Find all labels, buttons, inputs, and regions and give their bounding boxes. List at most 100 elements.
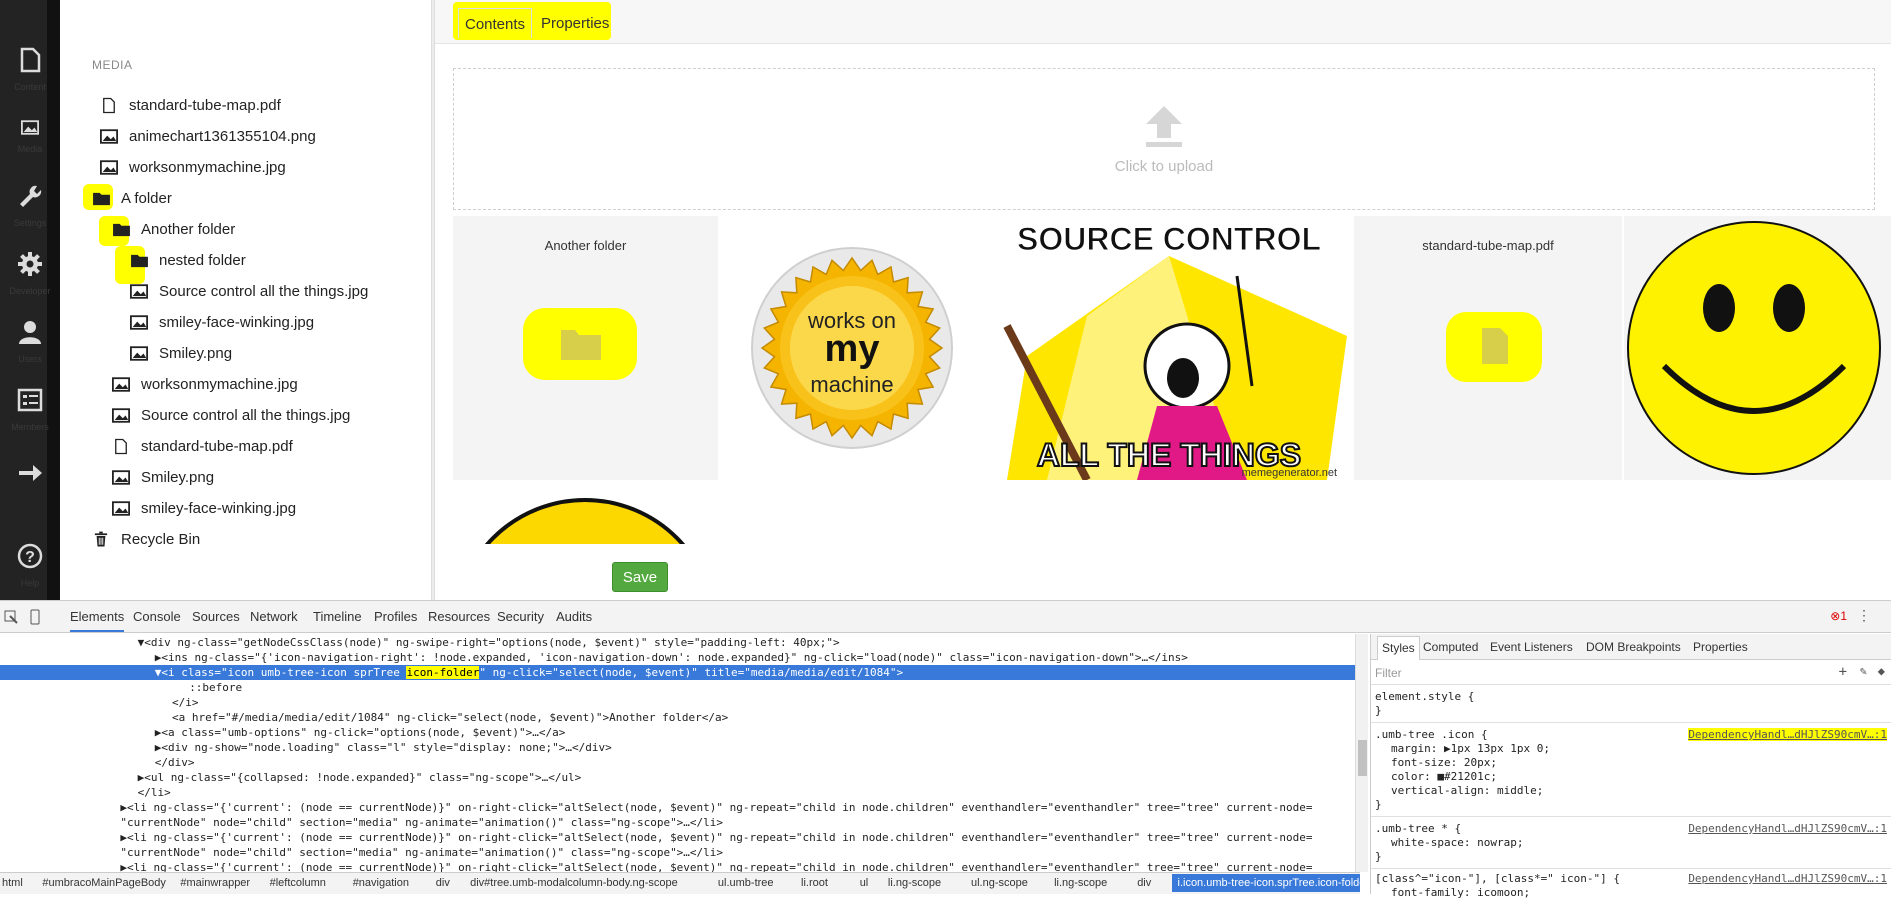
save-button[interactable]: Save	[612, 562, 668, 592]
inspect-icon[interactable]	[4, 610, 18, 624]
dom-node[interactable]: ::before	[0, 680, 242, 695]
devtools-tab-timeline[interactable]: Timeline	[313, 609, 362, 624]
breadcrumb-item[interactable]: li.ng-scope	[1054, 877, 1107, 889]
nav-section-developer[interactable]: Developer	[0, 240, 60, 306]
dom-node[interactable]: </i>	[0, 695, 199, 710]
media-tile-folder[interactable]: Another folder	[453, 216, 718, 480]
tree-item[interactable]: worksonmymachine.jpg	[111, 372, 298, 396]
tree-item-recycle-bin[interactable]: Recycle Bin	[91, 527, 200, 551]
tree-item[interactable]: smiley-face-winking.jpg	[111, 496, 296, 520]
dom-node[interactable]: ▶<li ng-class="{'current': (node == curr…	[0, 800, 1312, 815]
breadcrumb-item[interactable]: #umbracoMainPageBody	[42, 877, 166, 889]
rule3-source-link[interactable]: DependencyHandl…dHJlZS90cmV…:1	[1688, 872, 1887, 885]
media-tile-file[interactable]: standard-tube-map.pdf	[1354, 216, 1622, 480]
breadcrumb-item[interactable]: div	[436, 877, 450, 889]
dom-node-selected[interactable]: ▼<i class="icon umb-tree-icon sprTree ic…	[0, 665, 1355, 680]
rule3-selector[interactable]: [class^="icon-"], [class*=" icon-"] {	[1375, 872, 1620, 886]
add-rule-icon[interactable]: +	[1839, 664, 1847, 680]
breadcrumb-item[interactable]: li.root	[801, 877, 828, 889]
breadcrumb-item[interactable]: #leftcolumn	[270, 877, 326, 889]
upload-dropzone[interactable]: Click to upload	[453, 68, 1875, 210]
css-property[interactable]: color: ■#21201c;	[1391, 770, 1497, 784]
nav-section-content[interactable]: Content	[0, 36, 60, 102]
css-property[interactable]: margin: ▶1px 13px 1px 0;	[1391, 742, 1550, 756]
nav-section-users[interactable]: Users	[0, 308, 60, 374]
tree-item[interactable]: Smiley.png	[129, 341, 232, 365]
devtools-tab-network[interactable]: Network	[250, 609, 298, 624]
breadcrumb-item[interactable]: ul.ng-scope	[971, 877, 1028, 889]
devtools-tab-sources[interactable]: Sources	[192, 609, 240, 624]
devtools-tab-console[interactable]: Console	[133, 609, 181, 624]
tree-item-folder[interactable]: nested folder	[129, 248, 246, 272]
devtools-tab-security[interactable]: Security	[497, 609, 544, 624]
rule1-source-link[interactable]: DependencyHandl…dHJlZS90cmV…:1	[1688, 728, 1887, 741]
breadcrumb-item[interactable]: ul.umb-tree	[718, 877, 774, 889]
styles-tab-properties[interactable]: Properties	[1693, 640, 1748, 654]
css-property[interactable]: vertical-align: middle;	[1391, 784, 1543, 798]
dom-tree[interactable]: ▼<div ng-class="getNodeCssClass(node)" n…	[0, 634, 1355, 872]
styles-filter-input[interactable]: Filter	[1375, 666, 1402, 680]
nav-section-members[interactable]: Members	[0, 376, 60, 442]
element-style-rule[interactable]: element.style {	[1375, 690, 1474, 704]
media-tile-smiley[interactable]	[1624, 216, 1891, 480]
breadcrumb-item[interactable]: div#tree.umb-modalcolumn-body.ng-scope	[470, 877, 678, 889]
dom-node[interactable]: </li>	[0, 785, 171, 800]
error-count-badge[interactable]: ⊗1	[1830, 609, 1847, 623]
dom-node[interactable]: "currentNode" node="child" section="medi…	[0, 845, 723, 860]
styles-tab-dom-breakpoints[interactable]: DOM Breakpoints	[1586, 640, 1681, 654]
tree-item[interactable]: smiley-face-winking.jpg	[129, 310, 314, 334]
rule1-selector[interactable]: .umb-tree .icon {	[1375, 728, 1488, 742]
media-tile-smiley-winking-partial[interactable]	[453, 490, 718, 544]
styles-tab-styles[interactable]: Styles	[1377, 636, 1420, 660]
devtools-tab-audits[interactable]: Audits	[556, 609, 592, 624]
tree-item[interactable]: Smiley.png	[111, 465, 214, 489]
css-property[interactable]: font-family: icomoon;	[1391, 886, 1530, 900]
tab-contents[interactable]: Contents	[458, 8, 533, 38]
nav-section-settings[interactable]: Settings	[0, 172, 60, 238]
device-mode-icon[interactable]	[30, 609, 40, 625]
media-tile-works-on-my-machine[interactable]: works on my machine	[720, 216, 985, 480]
devtools-tab-elements[interactable]: Elements	[70, 609, 125, 632]
css-property[interactable]: white-space: nowrap;	[1391, 836, 1523, 850]
tree-item-folder[interactable]: Another folder	[111, 217, 235, 241]
dom-node[interactable]: ▶<li ng-class="{'current': (node == curr…	[0, 830, 1312, 845]
tree-item[interactable]: Source control all the things.jpg	[111, 403, 350, 427]
tree-item[interactable]: animechart1361355104.png	[99, 124, 316, 148]
devtools-tab-resources[interactable]: Resources	[428, 609, 490, 624]
dom-node[interactable]: <a href="#/media/media/edit/1084" ng-cli…	[0, 710, 728, 725]
nav-section-expand[interactable]	[0, 444, 60, 510]
breadcrumb-item[interactable]: div	[1137, 877, 1151, 889]
dom-node[interactable]: "currentNode" node="child" section="medi…	[0, 815, 723, 830]
dom-node[interactable]: ▶<a class="umb-options" ng-click="option…	[0, 725, 566, 740]
dom-node[interactable]: ▶<ins ng-class="{'icon-navigation-right'…	[0, 650, 1188, 665]
css-property[interactable]: font-size: 20px;	[1391, 756, 1497, 770]
breadcrumb-item[interactable]: #mainwrapper	[180, 877, 250, 889]
media-tile-source-control[interactable]: SOURCE CONTROL ALL THE THINGS memegenera…	[987, 216, 1352, 482]
dom-node[interactable]: ▶<div ng-show="node.loading" class="l" s…	[0, 740, 612, 755]
breadcrumb-item[interactable]: html	[2, 877, 23, 889]
tree-item-folder[interactable]: A folder	[91, 186, 172, 210]
breadcrumb-item[interactable]: i.icon.umb-tree-icon.sprTree.icon-folder	[1171, 874, 1360, 892]
pin-icon[interactable]: ✎	[1860, 664, 1867, 678]
rule2-selector[interactable]: .umb-tree * {	[1375, 822, 1461, 836]
more-menu-icon[interactable]: ⋮	[1857, 607, 1871, 624]
tree-item[interactable]: Source control all the things.jpg	[129, 279, 368, 303]
dom-node[interactable]: ▶<ul ng-class="{collapsed: !node.expande…	[0, 770, 582, 785]
dom-scrollbar[interactable]	[1355, 634, 1368, 872]
nav-section-media[interactable]: Media	[0, 104, 60, 170]
dom-node[interactable]: ▼<div ng-class="getNodeCssClass(node)" n…	[0, 635, 840, 650]
styles-tab-computed[interactable]: Computed	[1423, 640, 1478, 654]
dom-scrollbar-thumb[interactable]	[1358, 740, 1367, 776]
styles-tab-event-listeners[interactable]: Event Listeners	[1490, 640, 1573, 654]
tree-item[interactable]: standard-tube-map.pdf	[111, 434, 293, 458]
dom-node[interactable]: </div>	[0, 755, 195, 770]
tree-item[interactable]: standard-tube-map.pdf	[99, 93, 281, 117]
breadcrumb-item[interactable]: li.ng-scope	[888, 877, 941, 889]
devtools-tab-profiles[interactable]: Profiles	[374, 609, 417, 624]
rule2-source-link[interactable]: DependencyHandl…dHJlZS90cmV…:1	[1688, 822, 1887, 835]
dom-node[interactable]: ▶<li ng-class="{'current': (node == curr…	[0, 860, 1312, 872]
breadcrumb-item[interactable]: ul	[860, 877, 869, 889]
tree-item[interactable]: worksonmymachine.jpg	[99, 155, 286, 179]
tab-properties[interactable]: Properties	[535, 8, 615, 38]
toggle-element-state-icon[interactable]: ◆	[1878, 664, 1885, 678]
